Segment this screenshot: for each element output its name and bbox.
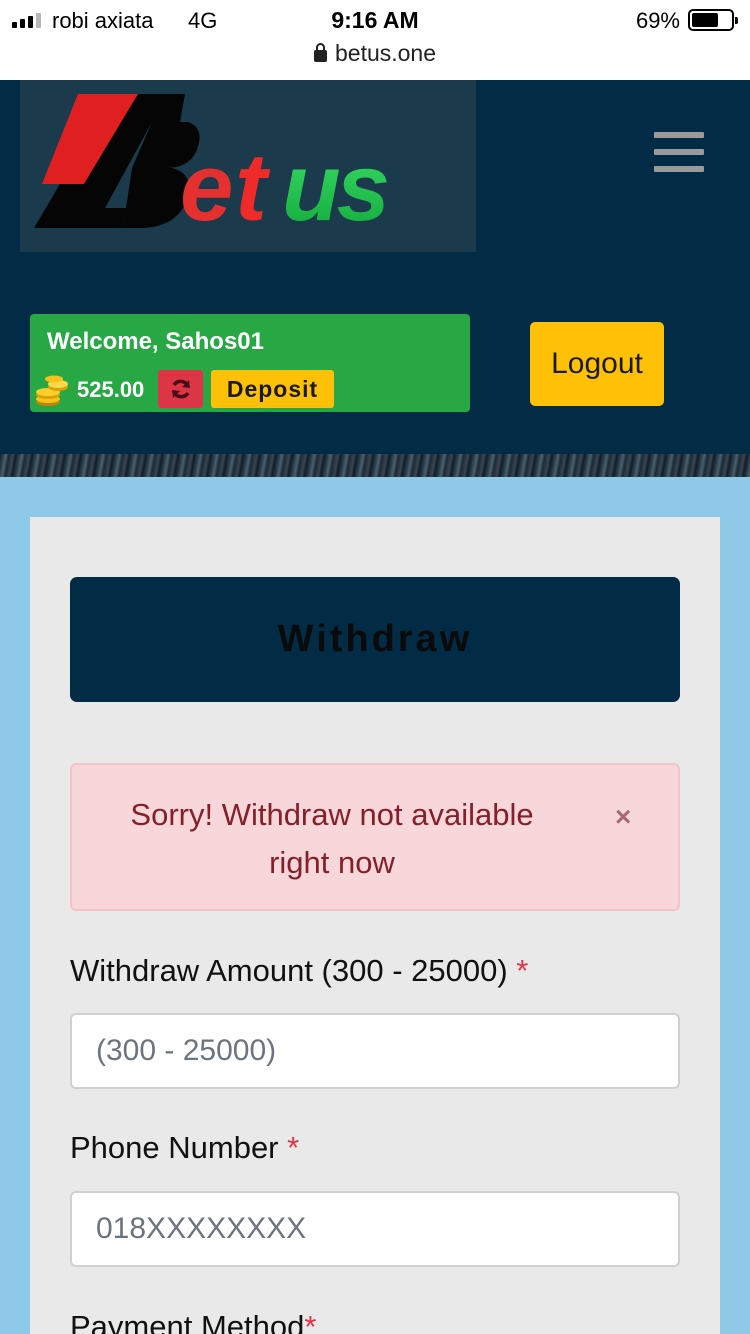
required-mark: *: [287, 1130, 300, 1165]
account-panel: Welcome, Sahos01 525.00 Deposit: [30, 314, 470, 412]
refresh-balance-button[interactable]: [158, 370, 203, 408]
close-icon[interactable]: ×: [615, 801, 631, 833]
withdraw-amount-input[interactable]: [70, 1013, 680, 1089]
page-title: Withdraw: [277, 618, 473, 660]
error-alert: Sorry! Withdraw not available right now …: [70, 763, 680, 911]
required-mark: *: [304, 1309, 317, 1334]
coins-icon: [36, 375, 68, 406]
site-logo[interactable]: e t us: [20, 80, 476, 252]
refresh-icon: [171, 379, 190, 399]
site-header: e t us Welcome, Sahos01 525.00 Deposit L…: [0, 80, 750, 455]
amount-label-text: Withdraw Amount (300 - 25000): [70, 953, 508, 988]
amount-label: Withdraw Amount (300 - 25000) *: [70, 953, 528, 989]
phone-label-text: Phone Number: [70, 1130, 279, 1165]
hamburger-menu-icon[interactable]: [654, 132, 704, 172]
url-bar[interactable]: betus.one: [0, 40, 750, 67]
phone-number-input[interactable]: [70, 1191, 680, 1267]
deposit-button[interactable]: Deposit: [211, 370, 334, 408]
battery-level: [692, 13, 719, 27]
balance-amount: 525.00: [77, 377, 145, 402]
withdraw-card: Withdraw Sorry! Withdraw not available r…: [30, 517, 720, 1334]
payment-label-text: Payment Method: [70, 1309, 305, 1334]
svg-text:t: t: [235, 134, 271, 241]
lock-icon: [313, 43, 327, 62]
battery-icon: [688, 9, 738, 31]
status-bar: robi axiata 4G 9:16 AM 69% betus.one: [0, 0, 750, 80]
svg-text:e: e: [180, 134, 231, 241]
url-text: betus.one: [334, 40, 437, 66]
withdraw-heading-panel: Withdraw: [70, 577, 680, 702]
banner-image: [0, 454, 750, 477]
battery-percent: 69%: [635, 8, 680, 33]
welcome-message: Welcome, Sahos01: [47, 328, 264, 355]
required-mark: *: [516, 953, 529, 988]
svg-text:us: us: [282, 134, 388, 241]
payment-method-label: Payment Method*: [70, 1309, 316, 1334]
betus-logo-icon: e t us: [34, 94, 392, 241]
alert-message: Sorry! Withdraw not available right now: [130, 797, 534, 880]
logout-button[interactable]: Logout: [530, 322, 664, 406]
phone-label: Phone Number *: [70, 1130, 299, 1166]
